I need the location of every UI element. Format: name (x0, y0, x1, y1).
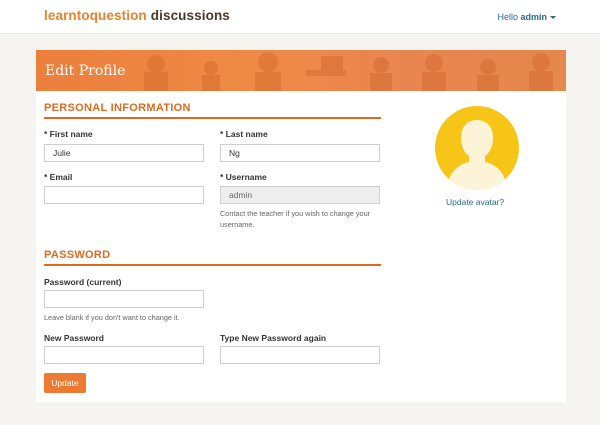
email-label: * Email (44, 172, 73, 182)
brand-name: learntoquestion (44, 8, 147, 23)
new-password-field[interactable] (44, 346, 204, 364)
update-avatar-link[interactable]: Update avatar? (446, 197, 504, 207)
section-name: discussions (150, 8, 230, 23)
last-name-label: * Last name (220, 129, 268, 139)
confirm-password-field[interactable] (220, 346, 380, 364)
update-button[interactable]: Update (44, 373, 86, 393)
username-label: * Username (220, 172, 267, 182)
username-field (220, 186, 380, 204)
page-banner: Edit Profile (36, 50, 566, 91)
first-name-label: * First name (44, 129, 93, 139)
top-navigation-bar: learntoquestion discussions Hello admin (0, 0, 600, 34)
site-logo[interactable]: learntoquestion discussions (44, 8, 230, 23)
last-name-field[interactable] (220, 144, 380, 162)
email-field[interactable] (44, 186, 204, 204)
personal-information-heading: PERSONAL INFORMATION (44, 102, 381, 119)
username-help-text: Contact the teacher if you wish to chang… (220, 209, 371, 229)
new-password-label: New Password (44, 333, 104, 343)
edit-profile-panel: Edit Profile PERSONAL INFORMATION * Firs… (36, 50, 566, 402)
chevron-down-icon (550, 16, 556, 20)
first-name-field[interactable] (44, 144, 204, 162)
current-username: admin (520, 12, 547, 22)
password-heading: PASSWORD (44, 249, 381, 266)
current-password-help-text: Leave blank if you don't want to change … (44, 313, 180, 322)
current-password-label: Password (current) (44, 277, 122, 287)
current-password-field[interactable] (44, 290, 204, 308)
user-menu-dropdown[interactable]: Hello admin (497, 12, 556, 22)
person-silhouette-icon[interactable] (435, 106, 519, 190)
greeting-text: Hello (497, 12, 518, 22)
confirm-password-label: Type New Password again (220, 333, 327, 343)
page-title: Edit Profile (45, 63, 126, 79)
